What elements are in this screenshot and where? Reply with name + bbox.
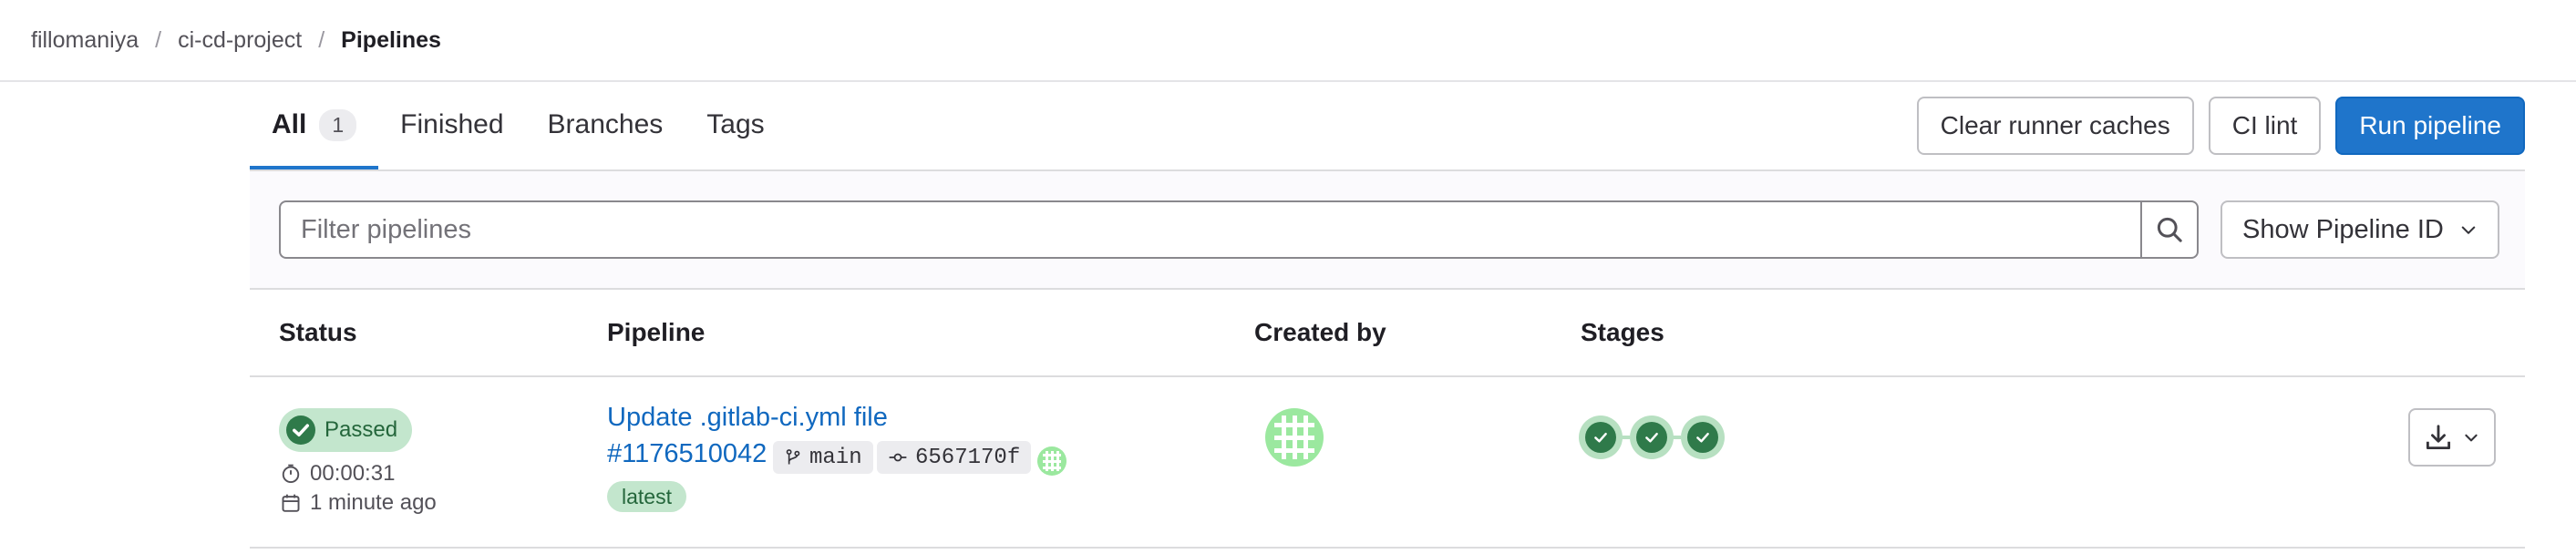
filter-bar: Show Pipeline ID	[250, 171, 2525, 290]
check-circle-icon	[286, 416, 315, 445]
stage-3-status[interactable]	[1681, 416, 1725, 459]
run-pipeline-button[interactable]: Run pipeline	[2335, 97, 2525, 155]
branch-icon	[786, 449, 800, 465]
breadcrumb-item-project[interactable]: ci-cd-project	[178, 27, 302, 54]
column-header-stages: Stages	[1581, 318, 1664, 346]
tab-branches-label: Branches	[547, 109, 664, 139]
branch-ref[interactable]: main	[773, 441, 873, 474]
download-artifacts-button[interactable]	[2408, 408, 2496, 467]
avatar-identicon[interactable]	[1265, 408, 1324, 467]
calendar-icon	[282, 494, 300, 512]
tab-finished[interactable]: Finished	[378, 84, 525, 166]
commit-sha-text: 6567170f	[915, 445, 1021, 470]
breadcrumb-item-user[interactable]: fillomaniya	[31, 27, 139, 54]
tab-tags-label: Tags	[706, 109, 765, 139]
branch-name: main	[809, 445, 862, 470]
filter-pipelines-input[interactable]	[279, 200, 2140, 259]
download-icon	[2426, 425, 2451, 450]
commit-author-avatar-icon[interactable]	[1037, 446, 1066, 476]
search-icon	[2157, 217, 2182, 242]
check-icon	[1696, 432, 1709, 443]
show-pipeline-id-dropdown[interactable]: Show Pipeline ID	[2221, 200, 2499, 259]
breadcrumb-current[interactable]: Pipelines	[341, 27, 441, 54]
tab-all-label: All	[272, 109, 307, 139]
breadcrumb-separator: /	[155, 26, 162, 53]
tab-branches[interactable]: Branches	[526, 84, 685, 166]
clear-runner-caches-button[interactable]: Clear runner caches	[1916, 97, 2194, 155]
check-icon	[1594, 432, 1607, 443]
status-text: Passed	[325, 417, 398, 442]
commit-icon	[889, 453, 907, 462]
duration-text: 00:00:31	[310, 461, 396, 486]
commit-title-link[interactable]: Update .gitlab-ci.yml file	[607, 403, 888, 433]
column-header-status: Status	[279, 318, 357, 346]
finished-time: 1 minute ago	[281, 490, 437, 516]
status-badge[interactable]: Passed	[279, 408, 413, 452]
pipeline-id-link[interactable]: #1176510042	[607, 439, 767, 469]
stage-2-status[interactable]	[1630, 416, 1674, 459]
chevron-down-icon	[2461, 226, 2476, 234]
pipeline-tabs: All 1 Finished Branches Tags	[250, 84, 787, 169]
header-divider	[0, 80, 2576, 82]
table-header: Status Pipeline Created by Stages	[250, 290, 2525, 377]
latest-badge: latest	[607, 481, 686, 512]
finished-time-text: 1 minute ago	[310, 490, 437, 515]
tab-finished-label: Finished	[400, 109, 504, 139]
chevron-down-icon	[2465, 434, 2478, 442]
stage-1-status[interactable]	[1579, 416, 1623, 459]
commit-sha[interactable]: 6567170f	[877, 441, 1032, 474]
breadcrumb-separator: /	[318, 26, 325, 53]
show-pipeline-id-label: Show Pipeline ID	[2242, 214, 2444, 244]
column-header-created-by: Created by	[1254, 318, 1386, 346]
duration: 00:00:31	[281, 461, 395, 487]
tab-tags[interactable]: Tags	[685, 84, 786, 166]
column-header-pipeline: Pipeline	[607, 318, 706, 346]
check-icon	[1645, 432, 1658, 443]
search-button[interactable]	[2140, 200, 2199, 259]
table-row: Passed 00:00:31 1 minute ago Update .git…	[250, 377, 2525, 549]
tab-all-count: 1	[319, 108, 357, 141]
breadcrumb: fillomaniya / ci-cd-project / Pipelines	[31, 0, 441, 80]
pipeline-actions: Clear runner caches CI lint Run pipeline	[1916, 97, 2525, 155]
clock-icon	[282, 464, 300, 484]
ci-lint-button[interactable]: CI lint	[2208, 97, 2322, 155]
tab-all[interactable]: All 1	[250, 84, 379, 169]
